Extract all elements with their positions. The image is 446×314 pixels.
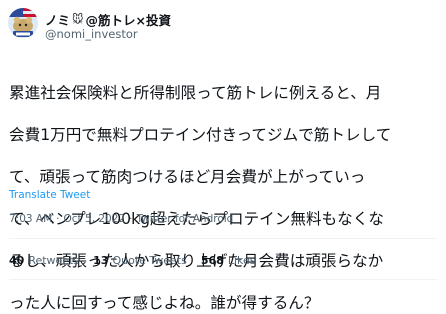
tweet-line: った人に回すって感じよね。誰が得するん？ [9, 294, 320, 312]
display-name[interactable]: ノミ 🐭 @筋トレ×投資 [45, 10, 171, 28]
tweet-line: て、頑張って筋肉つけるほど月会費が上がっていっ [9, 168, 366, 186]
tweet-text: 累進社会保険料と所得制限って筋トレに例えると、月 会費1万円で無料プロテイン付き… [9, 62, 441, 314]
tweet-line: 累進社会保険料と所得制限って筋トレに例えると、月 [9, 84, 382, 102]
quote-tweets-stat[interactable]: 13 Quote Tweets [93, 254, 187, 267]
retweets-label: Retweets [28, 254, 80, 267]
tweet-meta: 7:03 AM · Oct 5, 2022 · Twitter for Andr… [9, 213, 233, 225]
meta-separator: · [56, 213, 60, 225]
divider [9, 238, 437, 239]
user-handle[interactable]: @nomi_investor [45, 27, 138, 41]
meta-separator: · [129, 213, 133, 225]
tweet-source[interactable]: Twitter for Android [136, 213, 233, 225]
likes-stat[interactable]: 568 Likes [201, 254, 256, 267]
mouse-icon: 🐭 [72, 12, 84, 26]
tweet: ノミ 🐭 @筋トレ×投資 @nomi_investor 累進社会保険料と所得制限… [0, 0, 446, 312]
likes-count: 568 [200, 254, 224, 267]
tweet-line: 会費1万円で無料プロテイン付きってジムで筋トレして [9, 126, 392, 144]
quote-tweets-count: 13 [93, 254, 109, 267]
quote-tweets-label: Quote Tweets [112, 254, 187, 267]
display-name-text: ノミ [45, 12, 71, 28]
retweets-stat[interactable]: 40 Retweets [9, 254, 79, 267]
tweet-date[interactable]: Oct 5, 2022 [64, 213, 126, 225]
likes-label: Likes [227, 254, 256, 267]
translate-tweet-link[interactable]: Translate Tweet [9, 189, 90, 201]
nomi-avatar-icon [8, 8, 38, 38]
divider [9, 279, 437, 280]
tweet-stats: 40 Retweets 13 Quote Tweets 568 Likes [9, 254, 256, 267]
avatar[interactable] [8, 8, 38, 38]
retweets-count: 40 [9, 254, 25, 267]
tweet-time[interactable]: 7:03 AM [9, 213, 52, 225]
display-name-suffix: @筋トレ×投資 [85, 12, 171, 28]
